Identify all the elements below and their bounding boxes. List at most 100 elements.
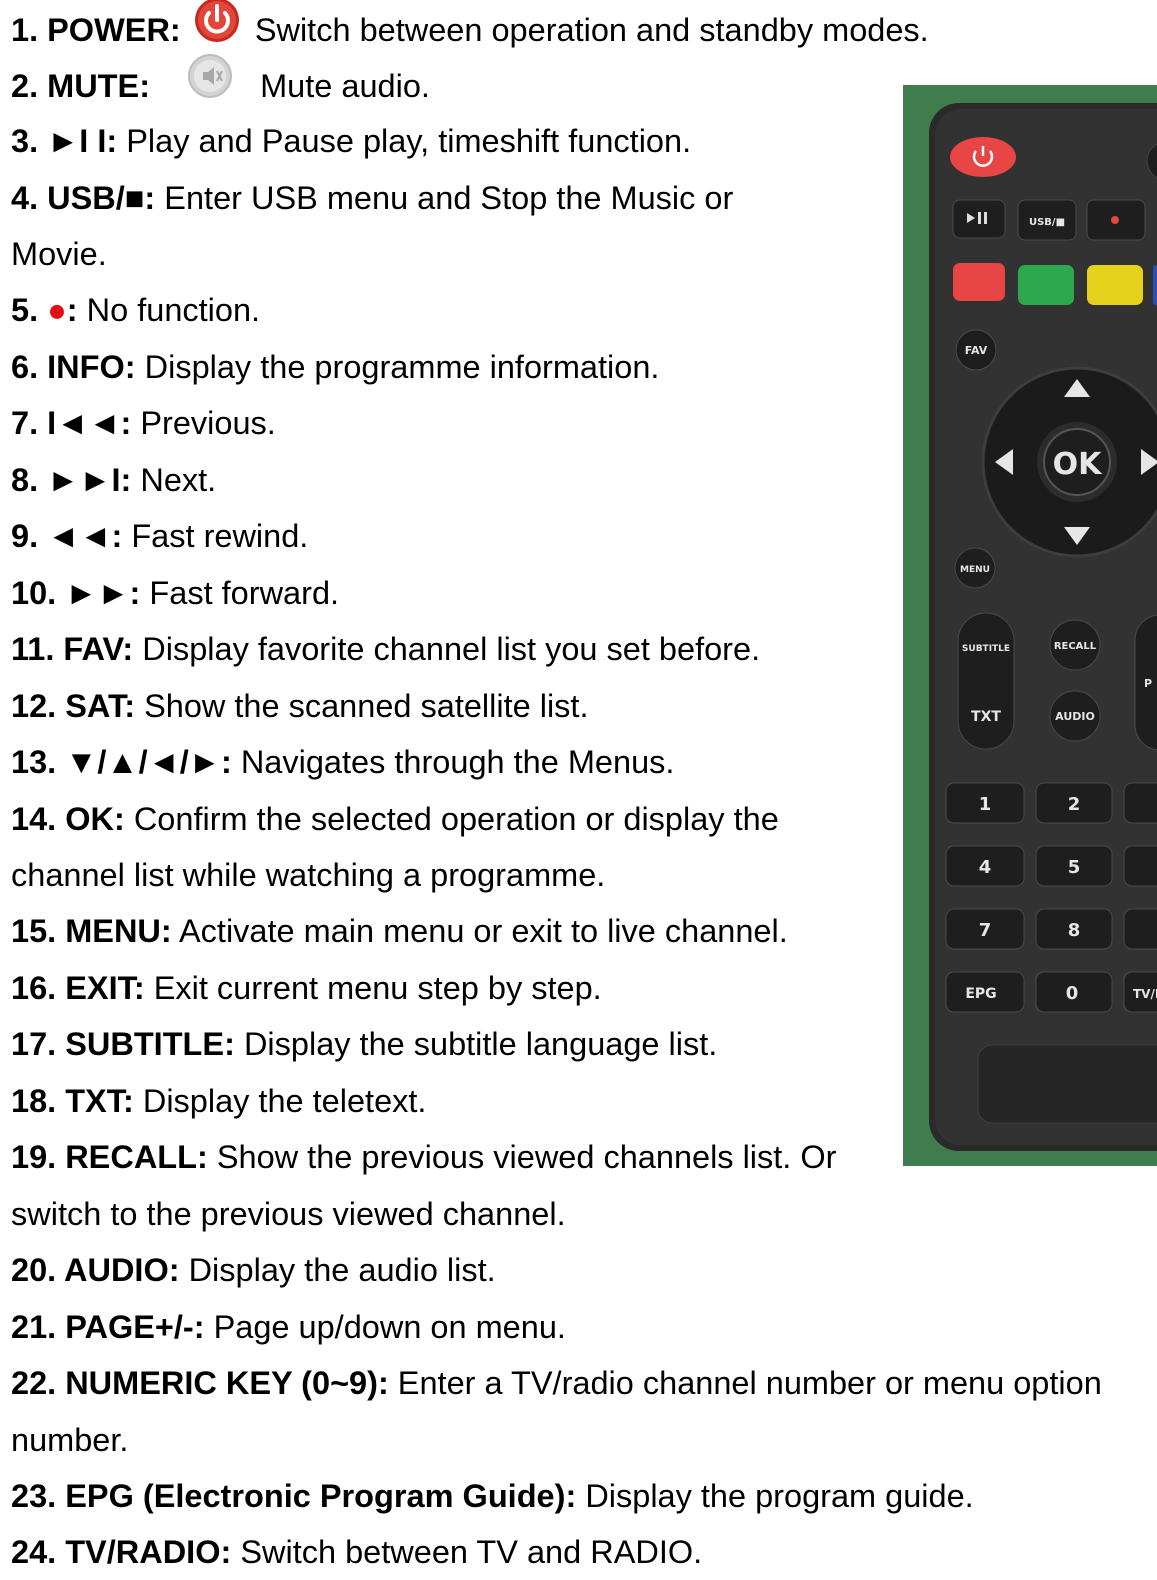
list-item-numeric: 22. NUMERIC KEY (0~9): Enter a TV/radio …: [11, 1355, 1102, 1411]
power-icon: [194, 0, 240, 60]
item-description-continued: number.: [11, 1422, 129, 1458]
item-label: 16. EXIT:: [11, 970, 145, 1006]
mute-icon: [187, 53, 233, 116]
list-item-sat: 12. SAT: Show the scanned satellite list…: [11, 678, 588, 734]
list-item-subtitle: 17. SUBTITLE: Display the subtitle langu…: [11, 1016, 717, 1072]
item-description: Enter a TV/radio channel number or menu …: [397, 1365, 1102, 1401]
item-label: 1. POWER:: [11, 12, 181, 49]
item-description: Display the audio list.: [188, 1252, 496, 1288]
list-item-navigation: 13. ▼/▲/◄/►: Navigates through the Menus…: [11, 734, 674, 790]
item-label: 11. FAV:: [11, 631, 134, 667]
item-label: 14. OK:: [11, 801, 125, 837]
svg-text:TXT: TXT: [971, 709, 1001, 725]
svg-text:P: P: [1144, 677, 1152, 690]
item-label: 3. ►I I:: [11, 123, 118, 159]
item-description: Display the program guide.: [585, 1478, 974, 1514]
list-item-menu: 15. MENU: Activate main menu or exit to …: [11, 903, 788, 959]
item-label: 12. SAT:: [11, 688, 136, 724]
item-description: Next.: [140, 462, 217, 498]
list-item-audio: 20. AUDIO: Display the audio list.: [11, 1242, 496, 1298]
item-description: Switch between operation and standby mod…: [254, 12, 929, 49]
list-item-page: 21. PAGE+/-: Page up/down on menu.: [11, 1299, 566, 1355]
svg-text:2: 2: [1068, 794, 1081, 815]
list-item-mute: 2. MUTE: Mute audio.: [11, 54, 430, 120]
item-label: 7. I◄◄:: [11, 405, 132, 441]
item-label: 15. MENU:: [11, 913, 172, 949]
item-description: Show the previous viewed channels list. …: [216, 1139, 837, 1175]
svg-text:5: 5: [1068, 857, 1081, 878]
item-description: Navigates through the Menus.: [240, 744, 675, 780]
item-label: 10. ►►:: [11, 575, 141, 611]
item-description: Switch between TV and RADIO.: [240, 1534, 703, 1570]
item-label: 24. TV/RADIO:: [11, 1534, 232, 1570]
item-label: 13. ▼/▲/◄/►:: [11, 744, 232, 780]
list-item-next: 8. ►►I: Next.: [11, 452, 216, 508]
svg-text:0: 0: [1066, 983, 1079, 1004]
item-label: 20. AUDIO:: [11, 1252, 180, 1288]
list-item-tv-radio: 24. TV/RADIO: Switch between TV and RADI…: [11, 1524, 702, 1580]
item-label: 22. NUMERIC KEY (0~9):: [11, 1365, 389, 1401]
item-label: 23. EPG (Electronic Program Guide):: [11, 1478, 577, 1514]
list-item-power: 1. POWER: Switch between operation and s…: [11, 0, 929, 64]
item-label: 4. USB/■:: [11, 180, 156, 216]
svg-text:4: 4: [979, 857, 992, 878]
list-item-exit: 16. EXIT: Exit current menu step by step…: [11, 960, 602, 1016]
remote-green-button: [1018, 265, 1074, 305]
item-label: 5. ●:: [11, 292, 78, 328]
svg-text:RECALL: RECALL: [1054, 641, 1097, 652]
item-label: 8. ►►I:: [11, 462, 132, 498]
list-item-recall: 19. RECALL: Show the previous viewed cha…: [11, 1129, 836, 1185]
item-description: Enter USB menu and Stop the Music or: [164, 180, 734, 216]
remote-control-photo: USB/■ FAV OK MENU SUBTITLE TXT RECALL AU…: [903, 85, 1157, 1166]
remote-subtitle-txt-rocker: [957, 612, 1015, 750]
item-description: Page up/down on menu.: [213, 1309, 566, 1345]
item-description: Display favorite channel list you set be…: [142, 631, 761, 667]
svg-text:USB/■: USB/■: [1029, 217, 1065, 228]
svg-text:8: 8: [1068, 920, 1081, 941]
red-dot-icon: ●: [47, 292, 67, 328]
item-description-continued: switch to the previous viewed channel.: [11, 1196, 566, 1232]
item-description-continued: Movie.: [11, 236, 107, 272]
svg-text:7: 7: [979, 920, 992, 941]
list-item-txt: 18. TXT: Display the teletext.: [11, 1073, 426, 1129]
item-description: Activate main menu or exit to live chann…: [178, 913, 788, 949]
item-description: Display the programme information.: [144, 349, 660, 385]
item-description: Display the subtitle language list.: [243, 1026, 718, 1062]
item-label: 17. SUBTITLE:: [11, 1026, 235, 1062]
item-description-continued: channel list while watching a programme.: [11, 857, 606, 893]
svg-text:OK: OK: [1053, 447, 1104, 482]
list-item-fav: 11. FAV: Display favorite channel list y…: [11, 621, 760, 677]
item-description: Fast forward.: [149, 575, 340, 611]
list-item-fast-rewind: 9. ◄◄: Fast rewind.: [11, 508, 308, 564]
list-item-usb: 4. USB/■: Enter USB menu and Stop the Mu…: [11, 170, 733, 226]
list-item-play-pause: 3. ►I I: Play and Pause play, timeshift …: [11, 113, 691, 169]
list-item-record: 5. ●: No function.: [11, 282, 260, 338]
item-description: Confirm the selected operation or displa…: [133, 801, 779, 837]
item-label: 19. RECALL:: [11, 1139, 208, 1175]
list-item-previous: 7. I◄◄: Previous.: [11, 395, 276, 451]
remote-yellow-button: [1087, 265, 1143, 305]
item-description: Play and Pause play, timeshift function.: [126, 123, 692, 159]
item-description: Display the teletext.: [142, 1083, 427, 1119]
list-item-ok: 14. OK: Confirm the selected operation o…: [11, 791, 779, 847]
svg-text:MENU: MENU: [960, 565, 990, 575]
item-description: No function.: [86, 292, 261, 328]
svg-text:1: 1: [979, 794, 992, 815]
item-description: Previous.: [140, 405, 276, 441]
item-label: 2. MUTE:: [11, 68, 151, 105]
remote-red-button: [953, 263, 1005, 301]
svg-text:FAV: FAV: [965, 344, 988, 357]
svg-text:SUBTITLE: SUBTITLE: [962, 644, 1010, 654]
item-description: Fast rewind.: [131, 518, 309, 554]
list-item-fast-forward: 10. ►►: Fast forward.: [11, 565, 339, 621]
list-item-info: 6. INFO: Display the programme informati…: [11, 339, 659, 395]
list-item-epg: 23. EPG (Electronic Program Guide): Disp…: [11, 1468, 974, 1524]
item-label: 9. ◄◄:: [11, 518, 123, 554]
svg-text:TV/R: TV/R: [1133, 987, 1157, 1001]
item-label: 18. TXT:: [11, 1083, 134, 1119]
svg-text:EPG: EPG: [965, 986, 996, 1002]
item-description: Mute audio.: [260, 68, 430, 105]
item-label: 21. PAGE+/-:: [11, 1309, 205, 1345]
item-description: Exit current menu step by step.: [153, 970, 602, 1006]
remote-power-button: [950, 137, 1016, 177]
